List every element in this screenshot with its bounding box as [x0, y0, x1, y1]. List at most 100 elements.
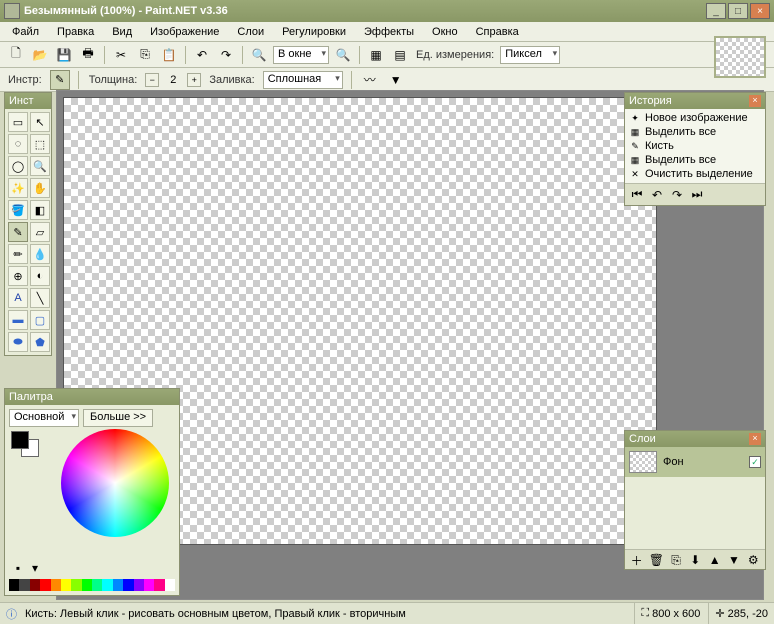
fill-tool[interactable]: 🪣 — [8, 200, 28, 220]
magic-wand-tool[interactable]: ✨ — [8, 178, 28, 198]
grid-button[interactable]: ▦ — [366, 45, 386, 65]
ellipse-tool[interactable]: ⬬ — [8, 332, 28, 352]
menu-5[interactable]: Регулировки — [274, 24, 354, 40]
menu-6[interactable]: Эффекты — [356, 24, 422, 40]
menu-1[interactable]: Правка — [49, 24, 102, 40]
layers-close-button[interactable]: × — [749, 433, 761, 445]
redo-button[interactable]: ↷ — [216, 45, 236, 65]
pencil-tool[interactable]: ✏ — [8, 244, 28, 264]
history-item[interactable]: ▦Выделить все — [627, 125, 763, 139]
pan-tool[interactable]: ✋ — [30, 178, 50, 198]
cut-button[interactable]: ✂ — [111, 45, 131, 65]
layer-up-button[interactable]: ▲ — [707, 552, 722, 568]
history-undo-button[interactable]: ↶ — [649, 187, 665, 203]
history-item[interactable]: ✕Очистить выделение — [627, 167, 763, 181]
palette-color[interactable] — [144, 579, 154, 591]
blend-button[interactable]: ▼ — [386, 70, 406, 90]
line-tool[interactable]: ╲ — [30, 288, 50, 308]
paste-button[interactable]: 📋 — [159, 45, 179, 65]
width-increase-button[interactable]: + — [187, 73, 201, 87]
history-item[interactable]: ✎Кисть — [627, 139, 763, 153]
clone-tool[interactable]: ⊕ — [8, 266, 28, 286]
menu-3[interactable]: Изображение — [142, 24, 227, 40]
document-thumbnail[interactable] — [714, 36, 766, 78]
move-selection-tool[interactable]: ⬚ — [30, 134, 50, 154]
history-rewind-button[interactable]: ⏮ — [629, 187, 645, 203]
antialias-button[interactable]: 〰 — [360, 70, 380, 90]
foreground-swatch[interactable] — [11, 431, 29, 449]
units-dropdown[interactable]: Пиксел — [500, 46, 560, 64]
delete-layer-button[interactable]: 🗑 — [648, 552, 664, 568]
recolor-tool[interactable]: ◐ — [30, 266, 50, 286]
palette-menu-icon[interactable]: ▾ — [28, 561, 42, 575]
duplicate-layer-button[interactable]: ⎘ — [668, 552, 683, 568]
merge-layer-button[interactable]: ⬇ — [688, 552, 703, 568]
copy-button[interactable]: ⎘ — [135, 45, 155, 65]
layer-visible-checkbox[interactable]: ✓ — [749, 456, 761, 468]
add-layer-button[interactable]: ＋ — [629, 552, 644, 568]
new-button[interactable]: 🗋 — [6, 45, 26, 65]
palette-color[interactable] — [92, 579, 102, 591]
palette-color[interactable] — [134, 579, 144, 591]
history-item[interactable]: ✦Новое изображение — [627, 111, 763, 125]
palette-color[interactable] — [9, 579, 19, 591]
ellipse-select-tool[interactable]: ◯ — [8, 156, 28, 176]
zoom-in-button[interactable]: 🔍 — [333, 45, 353, 65]
menu-7[interactable]: Окно — [424, 24, 466, 40]
palette-top: Основной Больше >> — [5, 405, 179, 431]
fill-dropdown[interactable]: Сплошная — [263, 71, 343, 89]
history-forward-button[interactable]: ⏭ — [689, 187, 705, 203]
gradient-tool[interactable]: ◧ — [30, 200, 50, 220]
rrect-tool[interactable]: ▢ — [30, 310, 50, 330]
palette-color[interactable] — [165, 579, 175, 591]
eraser-tool[interactable]: ▱ — [30, 222, 50, 242]
rect-tool[interactable]: ▬ — [8, 310, 28, 330]
palette-color[interactable] — [61, 579, 71, 591]
more-button[interactable]: Больше >> — [83, 409, 153, 427]
palette-color[interactable] — [102, 579, 112, 591]
tool-options-toolbar: Инстр: ✎ Толщина: − 2 + Заливка: Сплошна… — [0, 68, 774, 92]
layer-down-button[interactable]: ▼ — [726, 552, 741, 568]
history-item[interactable]: ▦Выделить все — [627, 153, 763, 167]
layer-props-button[interactable]: ⚙ — [746, 552, 761, 568]
brush-tool[interactable]: ✎ — [8, 222, 28, 242]
print-button[interactable]: 🖶 — [78, 45, 98, 65]
zoom-out-button[interactable]: 🔍 — [249, 45, 269, 65]
minimize-button[interactable]: _ — [706, 3, 726, 19]
ruler-button[interactable]: ▤ — [390, 45, 410, 65]
rect-select-tool[interactable]: ▭ — [8, 112, 28, 132]
palette-color[interactable] — [113, 579, 123, 591]
layer-row[interactable]: Фон ✓ — [625, 447, 765, 477]
open-button[interactable]: 📂 — [30, 45, 50, 65]
color-wheel[interactable] — [61, 429, 169, 537]
lasso-tool[interactable]: ◌ — [8, 134, 28, 154]
maximize-button[interactable]: □ — [728, 3, 748, 19]
picker-tool[interactable]: 💧 — [30, 244, 50, 264]
palette-color[interactable] — [51, 579, 61, 591]
palette-add-icon[interactable]: ▪ — [11, 561, 25, 575]
freeform-tool[interactable]: ⬟ — [30, 332, 50, 352]
palette-color[interactable] — [30, 579, 40, 591]
menu-4[interactable]: Слои — [229, 24, 272, 40]
palette-color[interactable] — [154, 579, 164, 591]
undo-button[interactable]: ↶ — [192, 45, 212, 65]
color-mode-dropdown[interactable]: Основной — [9, 409, 79, 427]
palette-color[interactable] — [82, 579, 92, 591]
move-tool[interactable]: ↖ — [30, 112, 50, 132]
close-button[interactable]: × — [750, 3, 770, 19]
history-redo-button[interactable]: ↷ — [669, 187, 685, 203]
zoom-tool[interactable]: 🔍 — [30, 156, 50, 176]
palette-color[interactable] — [19, 579, 29, 591]
menu-2[interactable]: Вид — [104, 24, 140, 40]
zoom-dropdown[interactable]: В окне — [273, 46, 329, 64]
menu-8[interactable]: Справка — [468, 24, 527, 40]
current-tool-icon[interactable]: ✎ — [50, 70, 70, 90]
palette-color[interactable] — [40, 579, 50, 591]
save-button[interactable]: 💾 — [54, 45, 74, 65]
palette-color[interactable] — [123, 579, 133, 591]
palette-color[interactable] — [71, 579, 81, 591]
menu-0[interactable]: Файл — [4, 24, 47, 40]
text-tool[interactable]: A — [8, 288, 28, 308]
history-close-button[interactable]: × — [749, 95, 761, 107]
width-decrease-button[interactable]: − — [145, 73, 159, 87]
